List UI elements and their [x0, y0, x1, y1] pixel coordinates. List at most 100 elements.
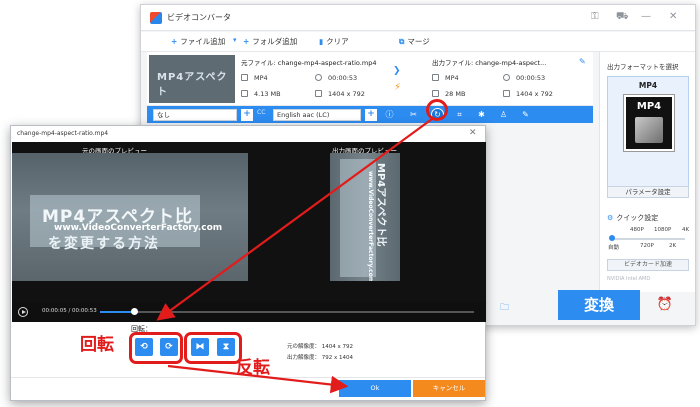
clear-button[interactable]: ▮ クリア — [319, 36, 349, 47]
quick-settings: ⚙ クイック設定 — [607, 213, 658, 223]
output-duration: 00:00:53 — [503, 74, 545, 82]
quality-auto: 自動 — [608, 245, 620, 251]
format-icon — [241, 74, 248, 81]
rotate-highlight-box — [129, 332, 183, 364]
original-preview-frame: MP4アスペクト比 www.VideoConverterFactory.com … — [12, 153, 248, 281]
quality-4k: 4K — [682, 227, 690, 233]
dialog-close-icon[interactable]: ✕ — [469, 128, 477, 138]
cc-icon[interactable]: CC — [257, 109, 265, 116]
app-logo-icon — [150, 12, 162, 24]
ok-button[interactable]: Ok — [339, 380, 411, 397]
key-icon[interactable]: ⚿ — [591, 11, 599, 23]
source-duration: 00:00:53 — [315, 74, 357, 82]
output-file-name: 出力ファイル: change-mp4-aspect... — [432, 59, 547, 67]
cancel-button[interactable]: キャンセル — [413, 380, 485, 397]
subtitle-select[interactable]: なし — [153, 109, 237, 121]
folder-icon — [241, 90, 248, 97]
edit-toolbar: なし + CC English aac (LC) + ⓘ ✂ ↻ ⌗ ✱ ♙ ✎ — [147, 106, 593, 123]
source-format: MP4 — [241, 74, 268, 82]
close-icon[interactable]: ✕ — [669, 11, 677, 23]
flip-highlight-box — [184, 332, 242, 364]
add-file-button[interactable]: + ファイル追加 — [171, 36, 225, 47]
rotate-tool-highlight — [426, 99, 448, 121]
gpu-acceleration-label: ビデオカード加速 — [623, 261, 672, 268]
clock-icon — [503, 74, 510, 81]
merge-label: マージ — [407, 37, 430, 46]
add-file-dropdown-icon[interactable]: ▾ — [233, 36, 237, 44]
plus-icon: + — [171, 37, 178, 46]
source-size: 4.13 MB — [241, 90, 281, 98]
effect-icon[interactable]: ✱ — [475, 108, 488, 121]
original-resolution: 元の解像度： 1404 x 792 — [287, 344, 353, 350]
window-title: ビデオコンバータ — [167, 13, 231, 22]
video-subtitle-text: を変更する方法 — [48, 236, 160, 252]
quality-slider[interactable] — [611, 238, 685, 240]
clock-icon — [315, 74, 322, 81]
output-format-selector[interactable]: MP4 MP4 — [607, 76, 689, 198]
seek-track[interactable] — [100, 311, 474, 313]
folder-icon — [432, 90, 439, 97]
play-icon[interactable] — [18, 307, 28, 317]
resolution-icon — [503, 90, 510, 97]
info-icon[interactable]: ⓘ — [383, 108, 396, 121]
playback-bar: 00:00:05 / 00:00:53 — [12, 302, 486, 322]
quality-2k: 2K — [669, 243, 677, 249]
parameter-settings-label: パラメータ設定 — [625, 188, 671, 196]
output-format-label: 出力フォーマットを選択 — [607, 63, 679, 71]
quality-720p: 720P — [640, 243, 654, 249]
convert-arrow-icon: ❯ — [393, 66, 401, 76]
preview-area: 元の画面のプレビュー 出力画面のプレビュー MP4アスペクト比 www.Vide… — [12, 142, 486, 302]
merge-icon: ⧉ — [399, 37, 405, 46]
thumbnail-text: MP4アスペクト — [157, 72, 228, 98]
video-thumbnail[interactable]: MP4アスペクト — [149, 55, 235, 103]
title-bar: ビデオコンバータ ⚿ ⛟ — ✕ — [141, 5, 695, 31]
seek-progress — [100, 311, 134, 313]
watermark-icon[interactable]: ♙ — [497, 108, 510, 121]
seek-knob[interactable] — [131, 308, 138, 315]
add-subtitle-button[interactable]: + — [241, 109, 253, 121]
quality-1080p: 1080P — [654, 227, 672, 233]
plus-icon: + — [243, 37, 250, 46]
quality-480p: 480P — [630, 227, 644, 233]
add-file-label: ファイル追加 — [180, 37, 226, 46]
lightning-icon: ⚡ — [394, 82, 402, 93]
output-preview-frame: MP4アスペクト比 www.VideoConverterFactory.com — [330, 153, 400, 281]
output-panel: 出力フォーマットを選択 MP4 MP4 パラメータ設定 ⚙ クイック設定 480P… — [599, 52, 695, 292]
edit-name-icon[interactable]: ✎ — [579, 57, 586, 66]
add-folder-button[interactable]: + フォルダ追加 — [243, 36, 297, 47]
format-box-text: MP4 — [636, 101, 662, 112]
parameter-settings-button[interactable]: パラメータ設定 — [607, 186, 689, 198]
output-resolution: 出力解像度： 792 x 1404 — [287, 355, 353, 361]
convert-button[interactable]: 変換 — [558, 290, 640, 320]
quality-slider-knob[interactable] — [609, 235, 615, 241]
add-folder-label: フォルダ追加 — [252, 37, 298, 46]
alarm-clock-icon[interactable]: ⏰ — [656, 296, 674, 314]
dialog-title: change-mp4-aspect-ratio.mp4 — [17, 130, 109, 137]
quick-settings-label: クイック設定 — [616, 214, 659, 222]
video-url-text: www.VideoConverterFactory.com — [54, 223, 223, 233]
slider-icon: ⚙ — [607, 214, 614, 222]
rotate-annotation-label: 回転 — [80, 335, 114, 355]
source-file-name: 元ファイル: change-mp4-aspect-ratio.mp4 — [241, 59, 377, 67]
rotated-title-text: MP4アスペクト比 — [375, 163, 386, 247]
add-audio-button[interactable]: + — [365, 109, 377, 121]
merge-button[interactable]: ⧉ マージ — [399, 36, 430, 47]
source-resolution: 1404 x 792 — [315, 90, 365, 98]
resolution-icon — [315, 90, 322, 97]
audio-track-value: English aac (LC) — [277, 111, 330, 119]
file-row[interactable]: MP4アスペクト 元ファイル: change-mp4-aspect-ratio.… — [147, 52, 593, 106]
audio-track-select[interactable]: English aac (LC) — [273, 109, 361, 121]
output-format-name: MP4 — [638, 81, 658, 90]
output-format: MP4 — [432, 74, 459, 82]
cart-icon[interactable]: ⛟ — [616, 11, 629, 23]
crop-icon[interactable]: ⌗ — [453, 108, 466, 121]
gpu-vendors: NVIDIA Intel AMD — [607, 276, 651, 282]
film-reel-icon — [635, 117, 663, 143]
trim-icon[interactable]: ✂ — [407, 108, 420, 121]
subtitle-select-value: なし — [157, 111, 170, 119]
minimize-icon[interactable]: — — [641, 11, 651, 23]
gpu-acceleration-button[interactable]: ビデオカード加速 — [607, 259, 689, 271]
subtitle-edit-icon[interactable]: ✎ — [519, 108, 532, 121]
output-folder-icon[interactable]: 🗀 — [500, 300, 509, 316]
trash-icon: ▮ — [319, 37, 324, 46]
